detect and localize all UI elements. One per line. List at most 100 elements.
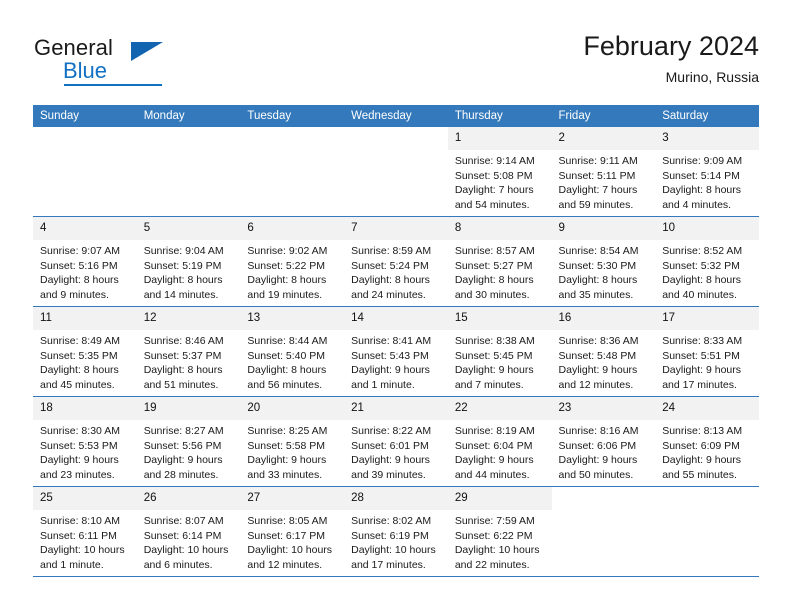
calendar-day-cell[interactable]: 19 Sunrise: 8:27 AM Sunset: 5:56 PM Dayligh… xyxy=(136,396,241,487)
day-number: 10 xyxy=(655,217,759,240)
day-details: Sunrise: 8:10 AM Sunset: 6:11 PM Daylight:… xyxy=(33,510,137,572)
calendar-cell-empty xyxy=(655,486,759,576)
calendar-day-cell[interactable]: 18 Sunrise: 8:30 AM Sunset: 5:53 PM Dayligh… xyxy=(33,396,137,487)
calendar-day-cell[interactable]: 23 Sunrise: 8:16 AM Sunset: 6:06 PM Dayligh… xyxy=(551,396,656,487)
calendar-day-cell[interactable]: 21 Sunrise: 8:22 AM Sunset: 6:01 PM Dayligh… xyxy=(344,396,448,487)
daylight-text-line2: and 22 minutes. xyxy=(454,558,530,571)
daylight-text-line1: Daylight: 9 hours xyxy=(662,364,742,377)
day-number: 29 xyxy=(447,487,552,510)
weekday-header-thursday: Thursday xyxy=(447,105,552,127)
day-number: 27 xyxy=(240,487,345,510)
sunrise-text: Sunrise: 8:30 AM xyxy=(40,425,120,437)
sunrise-text: Sunrise: 8:46 AM xyxy=(143,335,224,347)
calendar-day-cell[interactable]: 1 Sunrise: 9:14 AM Sunset: 5:08 PM Daylight… xyxy=(447,127,552,217)
sunrise-text: Sunrise: 8:13 AM xyxy=(662,425,743,437)
day-number: 15 xyxy=(447,307,552,330)
logo-text-blue: Blue xyxy=(63,58,108,83)
day-details: Sunrise: 8:02 AM Sunset: 6:19 PM Daylight:… xyxy=(344,510,448,572)
daylight-text-line2: and 1 minute. xyxy=(351,378,415,391)
day-number: 20 xyxy=(240,397,345,420)
sunrise-text: Sunrise: 8:19 AM xyxy=(454,425,535,437)
title-block: February 2024 Murino, Russia xyxy=(583,30,759,87)
daylight-text-line1: Daylight: 7 hours xyxy=(454,184,534,197)
day-number: 21 xyxy=(344,397,448,420)
sunset-text: Sunset: 5:53 PM xyxy=(40,439,118,452)
sunset-text: Sunset: 5:45 PM xyxy=(454,349,533,362)
calendar-day-cell[interactable]: 10 Sunrise: 8:52 AM Sunset: 5:32 PM Dayligh… xyxy=(655,216,759,307)
sunrise-text: Sunrise: 8:05 AM xyxy=(247,515,328,527)
calendar-week-row: 11 Sunrise: 8:49 AM Sunset: 5:35 PM Dayligh… xyxy=(33,306,759,397)
calendar-day-cell[interactable]: 25 Sunrise: 8:10 AM Sunset: 6:11 PM Dayligh… xyxy=(33,486,137,576)
daylight-text-line2: and 23 minutes. xyxy=(40,468,115,481)
day-number: 25 xyxy=(33,487,137,510)
sunrise-text: Sunrise: 8:54 AM xyxy=(558,245,639,257)
calendar-day-cell[interactable]: 15 Sunrise: 8:38 AM Sunset: 5:45 PM Dayligh… xyxy=(447,306,552,397)
sunset-text: Sunset: 6:09 PM xyxy=(662,439,740,452)
daylight-text-line2: and 45 minutes. xyxy=(40,378,115,391)
day-number: 8 xyxy=(447,217,552,240)
general-blue-logo[interactable]: General Blue xyxy=(33,30,233,88)
daylight-text-line2: and 30 minutes. xyxy=(454,288,530,301)
daylight-text-line2: and 33 minutes. xyxy=(247,468,323,481)
calendar-day-cell[interactable]: 29 Sunrise: 7:59 AM Sunset: 6:22 PM Dayligh… xyxy=(447,486,552,576)
daylight-text-line1: Daylight: 8 hours xyxy=(558,274,638,287)
daylight-text-line1: Daylight: 9 hours xyxy=(247,454,327,467)
day-details: Sunrise: 9:11 AM Sunset: 5:11 PM Daylight:… xyxy=(552,150,656,212)
day-number: 11 xyxy=(33,307,137,330)
calendar-day-cell[interactable]: 3 Sunrise: 9:09 AM Sunset: 5:14 PM Daylight… xyxy=(655,127,759,217)
calendar-day-cell[interactable]: 28 Sunrise: 8:02 AM Sunset: 6:19 PM Dayligh… xyxy=(344,486,448,576)
day-number: 3 xyxy=(655,127,759,150)
calendar-day-cell[interactable]: 7 Sunrise: 8:59 AM Sunset: 5:24 PM Daylight… xyxy=(344,216,448,307)
calendar-day-cell[interactable]: 8 Sunrise: 8:57 AM Sunset: 5:27 PM Daylight… xyxy=(447,216,552,307)
daylight-text-line2: and 44 minutes. xyxy=(454,468,530,481)
sunset-text: Sunset: 5:22 PM xyxy=(247,259,326,272)
day-details: Sunrise: 9:14 AM Sunset: 5:08 PM Daylight:… xyxy=(448,150,552,212)
calendar-day-cell[interactable]: 17 Sunrise: 8:33 AM Sunset: 5:51 PM Dayligh… xyxy=(655,306,759,397)
daylight-text-line1: Daylight: 8 hours xyxy=(40,364,119,377)
calendar-day-cell[interactable]: 20 Sunrise: 8:25 AM Sunset: 5:58 PM Dayligh… xyxy=(240,396,345,487)
calendar-day-cell[interactable]: 22 Sunrise: 8:19 AM Sunset: 6:04 PM Dayligh… xyxy=(447,396,552,487)
day-details: Sunrise: 8:30 AM Sunset: 5:53 PM Daylight:… xyxy=(33,420,137,482)
daylight-text-line2: and 54 minutes. xyxy=(454,198,530,211)
calendar-day-cell[interactable]: 12 Sunrise: 8:46 AM Sunset: 5:37 PM Dayligh… xyxy=(136,306,241,397)
sunset-text: Sunset: 5:51 PM xyxy=(662,349,740,362)
calendar-day-cell[interactable]: 4 Sunrise: 9:07 AM Sunset: 5:16 PM Daylight… xyxy=(33,216,137,307)
calendar-day-cell[interactable]: 5 Sunrise: 9:04 AM Sunset: 5:19 PM Daylight… xyxy=(136,216,241,307)
calendar-day-cell[interactable]: 27 Sunrise: 8:05 AM Sunset: 6:17 PM Dayligh… xyxy=(240,486,345,576)
day-details: Sunrise: 8:36 AM Sunset: 5:48 PM Daylight:… xyxy=(552,330,656,392)
sunrise-text: Sunrise: 8:25 AM xyxy=(247,425,328,437)
sunset-text: Sunset: 6:22 PM xyxy=(454,529,533,542)
calendar-day-cell[interactable]: 2 Sunrise: 9:11 AM Sunset: 5:11 PM Daylight… xyxy=(551,127,656,217)
calendar-day-cell[interactable]: 13 Sunrise: 8:44 AM Sunset: 5:40 PM Dayligh… xyxy=(240,306,345,397)
calendar-day-cell[interactable]: 24 Sunrise: 8:13 AM Sunset: 6:09 PM Dayligh… xyxy=(655,396,759,487)
daylight-text-line1: Daylight: 8 hours xyxy=(247,364,327,377)
sunset-text: Sunset: 5:56 PM xyxy=(143,439,222,452)
calendar-day-cell[interactable]: 16 Sunrise: 8:36 AM Sunset: 5:48 PM Dayligh… xyxy=(551,306,656,397)
calendar-page: General Blue February 2024 Murino, Russi… xyxy=(0,0,792,612)
daylight-text-line1: Daylight: 8 hours xyxy=(40,274,119,287)
calendar-day-cell[interactable]: 9 Sunrise: 8:54 AM Sunset: 5:30 PM Daylight… xyxy=(551,216,656,307)
calendar-day-cell[interactable]: 11 Sunrise: 8:49 AM Sunset: 5:35 PM Dayligh… xyxy=(33,306,137,397)
calendar-day-cell[interactable]: 26 Sunrise: 8:07 AM Sunset: 6:14 PM Dayligh… xyxy=(136,486,241,576)
sunrise-text: Sunrise: 8:36 AM xyxy=(558,335,639,347)
daylight-text-line2: and 1 minute. xyxy=(40,558,104,571)
sunrise-text: Sunrise: 8:57 AM xyxy=(454,245,535,257)
calendar-table: Sunday Monday Tuesday Wednesday Thursday Frid… xyxy=(33,105,759,576)
sunrise-text: Sunrise: 9:02 AM xyxy=(247,245,328,257)
sunset-text: Sunset: 6:17 PM xyxy=(247,529,326,542)
day-details: Sunrise: 8:41 AM Sunset: 5:43 PM Daylight:… xyxy=(344,330,448,392)
calendar-container: Sunday Monday Tuesday Wednesday Thursday Frid… xyxy=(33,105,759,577)
sunrise-text: Sunrise: 8:41 AM xyxy=(351,335,432,347)
sunrise-text: Sunrise: 8:49 AM xyxy=(40,335,120,347)
sunrise-text: Sunrise: 9:04 AM xyxy=(143,245,224,257)
day-details: Sunrise: 8:33 AM Sunset: 5:51 PM Daylight:… xyxy=(655,330,759,392)
sunrise-text: Sunrise: 7:59 AM xyxy=(454,515,535,527)
daylight-text-line1: Daylight: 10 hours xyxy=(247,544,333,557)
location-subtitle: Murino, Russia xyxy=(665,69,759,85)
daylight-text-line2: and 59 minutes. xyxy=(558,198,634,211)
day-details: Sunrise: 9:09 AM Sunset: 5:14 PM Daylight:… xyxy=(655,150,759,212)
daylight-text-line1: Daylight: 8 hours xyxy=(662,274,742,287)
calendar-day-cell[interactable]: 14 Sunrise: 8:41 AM Sunset: 5:43 PM Dayligh… xyxy=(344,306,448,397)
weekday-header-friday: Friday xyxy=(551,105,656,127)
calendar-day-cell[interactable]: 6 Sunrise: 9:02 AM Sunset: 5:22 PM Daylight… xyxy=(240,216,345,307)
